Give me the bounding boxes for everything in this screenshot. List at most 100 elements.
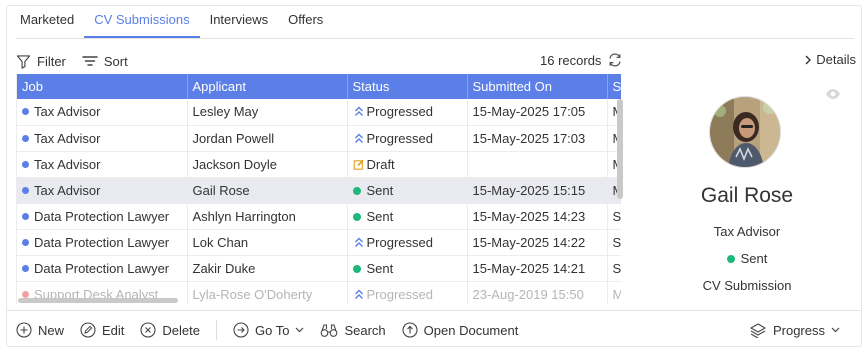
column-header-submitted-on[interactable]: Submitted On xyxy=(467,74,608,99)
table-row[interactable]: Tax AdvisorJackson DoyleDraftM xyxy=(17,151,621,178)
cell-extra[interactable]: M xyxy=(607,281,621,304)
cell-submitted-on[interactable]: 15-May-2025 14:21 xyxy=(467,255,608,282)
close-circle-icon xyxy=(140,322,156,338)
new-label: New xyxy=(38,322,65,338)
column-header-job[interactable]: Job xyxy=(17,74,188,99)
status-text: Progressed xyxy=(366,234,433,250)
bottom-divider xyxy=(6,310,862,311)
cell-submitted-on[interactable] xyxy=(467,151,608,178)
cell-extra[interactable]: S xyxy=(607,203,621,230)
filter-label: Filter xyxy=(37,53,66,69)
cell-job[interactable]: Tax Advisor xyxy=(17,151,188,178)
detail-applicant-name: Gail Rose xyxy=(700,184,794,207)
column-header-status[interactable]: Status xyxy=(347,74,468,99)
sort-button[interactable]: Sort xyxy=(82,54,128,69)
column-header-applicant[interactable]: Applicant xyxy=(187,74,348,99)
progress-label: Progress xyxy=(772,322,825,338)
upload-circle-icon xyxy=(402,322,418,338)
search-button[interactable]: Search xyxy=(320,322,386,338)
cell-status[interactable]: Progressed xyxy=(347,125,468,152)
submissions-table: Job Applicant Status Submitted On Su Tax… xyxy=(17,74,621,304)
status-text: Progressed xyxy=(366,286,433,302)
tab-marketed[interactable]: Marketed xyxy=(10,8,84,38)
cell-status[interactable]: Sent xyxy=(347,203,468,230)
detail-status-label: Sent xyxy=(740,251,768,266)
goto-label: Go To xyxy=(255,322,290,338)
cell-applicant[interactable]: Jordan Powell xyxy=(187,125,348,152)
table-row[interactable]: Data Protection Lawyer Zakir Duke Sent 15-M… xyxy=(17,255,621,282)
cell-job[interactable]: Data Protection Lawyer xyxy=(17,255,188,282)
cell-status[interactable]: Sent xyxy=(347,255,468,282)
filter-button[interactable]: Filter xyxy=(16,54,66,69)
job-text: Tax Advisor xyxy=(34,104,101,120)
delete-button[interactable]: Delete xyxy=(140,322,200,338)
detail-job: Tax Advisor xyxy=(713,224,781,239)
cell-applicant[interactable]: Zakir Duke xyxy=(187,255,348,282)
cell-extra[interactable]: S xyxy=(607,229,621,256)
layers-icon xyxy=(749,323,767,338)
cell-applicant[interactable]: Jackson Doyle xyxy=(187,151,348,178)
table-row[interactable]: Data Protection Lawyer Ashlyn Harrington S… xyxy=(17,203,621,230)
progress-button[interactable]: Progress xyxy=(749,319,840,341)
plus-circle-icon xyxy=(16,322,32,338)
new-button[interactable]: New xyxy=(16,322,64,338)
open-document-button[interactable]: Open Document xyxy=(402,322,518,338)
chevron-double-up-icon xyxy=(354,289,363,299)
eye-icon[interactable] xyxy=(825,88,841,100)
detail-type: CV Submission xyxy=(702,278,792,293)
status-dot xyxy=(726,255,735,263)
cell-status[interactable]: Progressed xyxy=(347,281,468,304)
horizontal-scrollbar[interactable] xyxy=(18,298,178,303)
details-toggle[interactable]: Details xyxy=(804,52,856,67)
row-marker-dot xyxy=(22,186,29,194)
refresh-icon[interactable] xyxy=(607,52,623,68)
grid-toolbar: Filter Sort xyxy=(16,50,128,72)
cell-job[interactable]: Data Protection Lawyer xyxy=(17,229,188,256)
edit-button[interactable]: Edit xyxy=(80,322,124,338)
action-bar: New Edit Delete Go To Search Open Docume… xyxy=(16,319,534,341)
table-row[interactable]: Data Protection Lawyer Lok Chan Progressed… xyxy=(17,229,621,256)
cell-applicant[interactable]: Lyla-Rose O'Doherty xyxy=(187,281,348,304)
cell-job[interactable]: Tax Advisor xyxy=(17,177,188,204)
cell-submitted-on[interactable]: 15-May-2025 14:22 xyxy=(467,229,608,256)
tab-divider xyxy=(16,38,854,39)
chevron-double-up-icon xyxy=(354,106,363,117)
row-marker-dot xyxy=(22,134,29,142)
cell-status[interactable]: Progressed xyxy=(347,99,468,126)
goto-button[interactable]: Go To xyxy=(233,322,304,338)
sort-icon xyxy=(82,56,98,66)
cell-applicant[interactable]: Lesley May xyxy=(187,99,348,126)
draft-icon xyxy=(353,159,364,170)
cell-submitted-on[interactable]: 15-May-2025 14:23 xyxy=(467,203,608,230)
chevron-double-up-icon xyxy=(354,133,363,143)
column-header-extra[interactable]: Su xyxy=(607,74,621,99)
cell-extra[interactable]: S xyxy=(607,255,621,282)
cell-status[interactable]: Sent xyxy=(347,177,468,204)
cell-applicant[interactable]: Gail Rose xyxy=(187,177,348,204)
sort-label: Sort xyxy=(103,53,128,69)
tab-offers[interactable]: Offers xyxy=(278,8,333,38)
records-label: 16 records xyxy=(540,52,602,68)
cell-job[interactable]: Tax Advisor xyxy=(17,99,188,126)
cell-submitted-on[interactable]: 15-May-2025 17:05 xyxy=(467,99,608,126)
tab-interviews[interactable]: Interviews xyxy=(200,8,279,38)
cell-submitted-on[interactable]: 15-May-2025 17:03 xyxy=(467,125,608,152)
header-row: Job Applicant Status Submitted On Su xyxy=(17,74,621,99)
cell-applicant[interactable]: Lok Chan xyxy=(187,229,348,256)
vertical-scrollbar[interactable] xyxy=(617,99,623,199)
table-row[interactable]: Tax Advisor Jordan Powell Progressed 15-May… xyxy=(17,125,621,152)
cell-job[interactable]: Data Protection Lawyer xyxy=(17,203,188,230)
job-text: Data Protection Lawyer xyxy=(34,208,170,224)
cell-applicant[interactable]: Ashlyn Harrington xyxy=(187,203,348,230)
table-row[interactable]: Tax Advisor Lesley May Progressed 15-May-20… xyxy=(17,99,621,126)
avatar xyxy=(709,96,781,168)
filter-icon xyxy=(16,54,31,69)
cell-submitted-on[interactable]: 15-May-2025 15:15 xyxy=(467,177,608,204)
chevron-down-icon xyxy=(831,327,840,333)
cell-job[interactable]: Tax Advisor xyxy=(17,125,188,152)
cell-status[interactable]: Progressed xyxy=(347,229,468,256)
cell-status[interactable]: Draft xyxy=(347,151,468,178)
tab-cv-submissions[interactable]: CV Submissions xyxy=(84,8,200,38)
table-row[interactable]: Tax Advisor Gail Rose Sent 15-May-2025 15:1… xyxy=(17,177,621,204)
cell-submitted-on[interactable]: 23-Aug-2019 15:50 xyxy=(467,281,608,304)
